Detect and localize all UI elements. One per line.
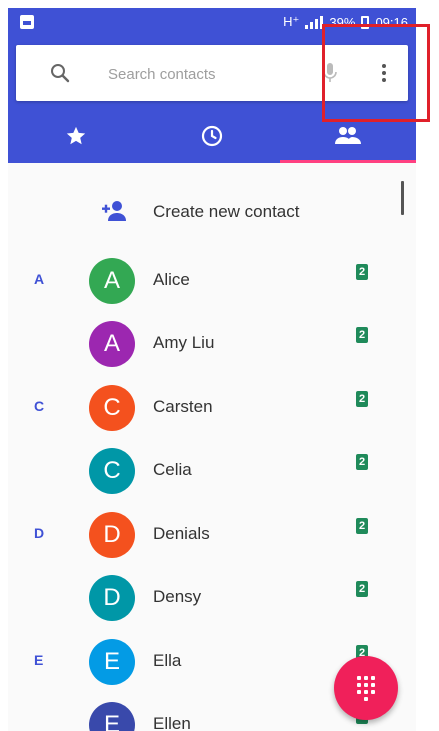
battery-percent: 39%: [329, 14, 356, 30]
avatar[interactable]: A: [89, 258, 135, 304]
dialpad-button[interactable]: [334, 656, 398, 720]
avatar[interactable]: C: [89, 385, 135, 431]
clock-icon: [201, 125, 223, 146]
contact-name: Denials: [153, 524, 210, 543]
contact-row[interactable]: A Amy Liu 2: [8, 312, 388, 375]
contact-row[interactable]: C Celia 2: [8, 439, 388, 502]
avatar[interactable]: D: [89, 575, 135, 621]
avatar[interactable]: D: [89, 512, 135, 558]
network-type: H⁺: [283, 14, 300, 29]
status-bar: H⁺ 39% 09:16: [8, 8, 416, 38]
contact-name: Carsten: [153, 397, 213, 416]
tab-contacts[interactable]: [280, 108, 416, 163]
contacts-screen: H⁺ 39% 09:16 Search contacts Create new …: [8, 8, 416, 731]
sim-card-icon: 2: [356, 327, 368, 343]
create-contact-label: Create new contact: [153, 202, 300, 221]
avatar[interactable]: E: [89, 639, 135, 685]
contact-row[interactable]: C C Carsten 2: [8, 376, 388, 439]
signal-icon: [305, 15, 324, 29]
sim-card-icon: 2: [356, 391, 368, 407]
contact-name: Alice: [153, 270, 190, 289]
mic-icon[interactable]: [320, 61, 340, 85]
sim-card-icon: 2: [356, 264, 368, 280]
tab-recents[interactable]: [144, 108, 280, 163]
contact-row[interactable]: E E Ella 2: [8, 630, 388, 693]
battery-icon: [361, 15, 370, 29]
scrollbar[interactable]: [401, 181, 404, 215]
avatar[interactable]: A: [89, 321, 135, 367]
contact-name: Celia: [153, 460, 192, 479]
tab-favorites[interactable]: [8, 108, 144, 163]
avatar[interactable]: E: [89, 702, 135, 731]
contact-name: Densy: [153, 587, 202, 606]
contact-name: Amy Liu: [153, 333, 215, 352]
create-contact-row[interactable]: Create new contact: [8, 183, 388, 243]
sim-card-icon: 2: [356, 518, 368, 534]
gallery-notification-icon: [20, 15, 34, 29]
search-input[interactable]: [106, 59, 310, 89]
contact-list[interactable]: Create new contact A A Alice 2 A Amy Liu 2 C C Ca…: [8, 163, 416, 731]
contact-name: Ella: [153, 651, 182, 670]
section-letter: D: [34, 525, 45, 541]
search-icon[interactable]: [50, 63, 70, 83]
contact-name: Ellen: [153, 714, 191, 731]
section-letter: A: [34, 271, 45, 287]
contact-row[interactable]: EEllen2: [8, 693, 388, 731]
tab-bar: [8, 108, 416, 163]
contact-row[interactable]: D D Denials 2: [8, 503, 388, 566]
star-icon: [66, 126, 86, 144]
avatar[interactable]: C: [89, 448, 135, 494]
more-options-icon[interactable]: [370, 59, 398, 87]
people-icon: [335, 126, 361, 144]
contact-row[interactable]: A A Alice 2: [8, 249, 388, 312]
section-letter: C: [34, 398, 45, 414]
clock-time: 09:16: [375, 14, 408, 30]
sim-card-icon: 2: [356, 581, 368, 597]
search-bar[interactable]: [16, 45, 408, 101]
app-bar: H⁺ 39% 09:16: [8, 8, 416, 163]
contact-row[interactable]: D Densy 2: [8, 566, 388, 629]
sim-card-icon: 2: [356, 454, 368, 470]
add-person-icon: [102, 201, 126, 221]
status-indicators: H⁺ 39% 09:16: [283, 14, 408, 30]
section-letter: E: [34, 652, 44, 668]
